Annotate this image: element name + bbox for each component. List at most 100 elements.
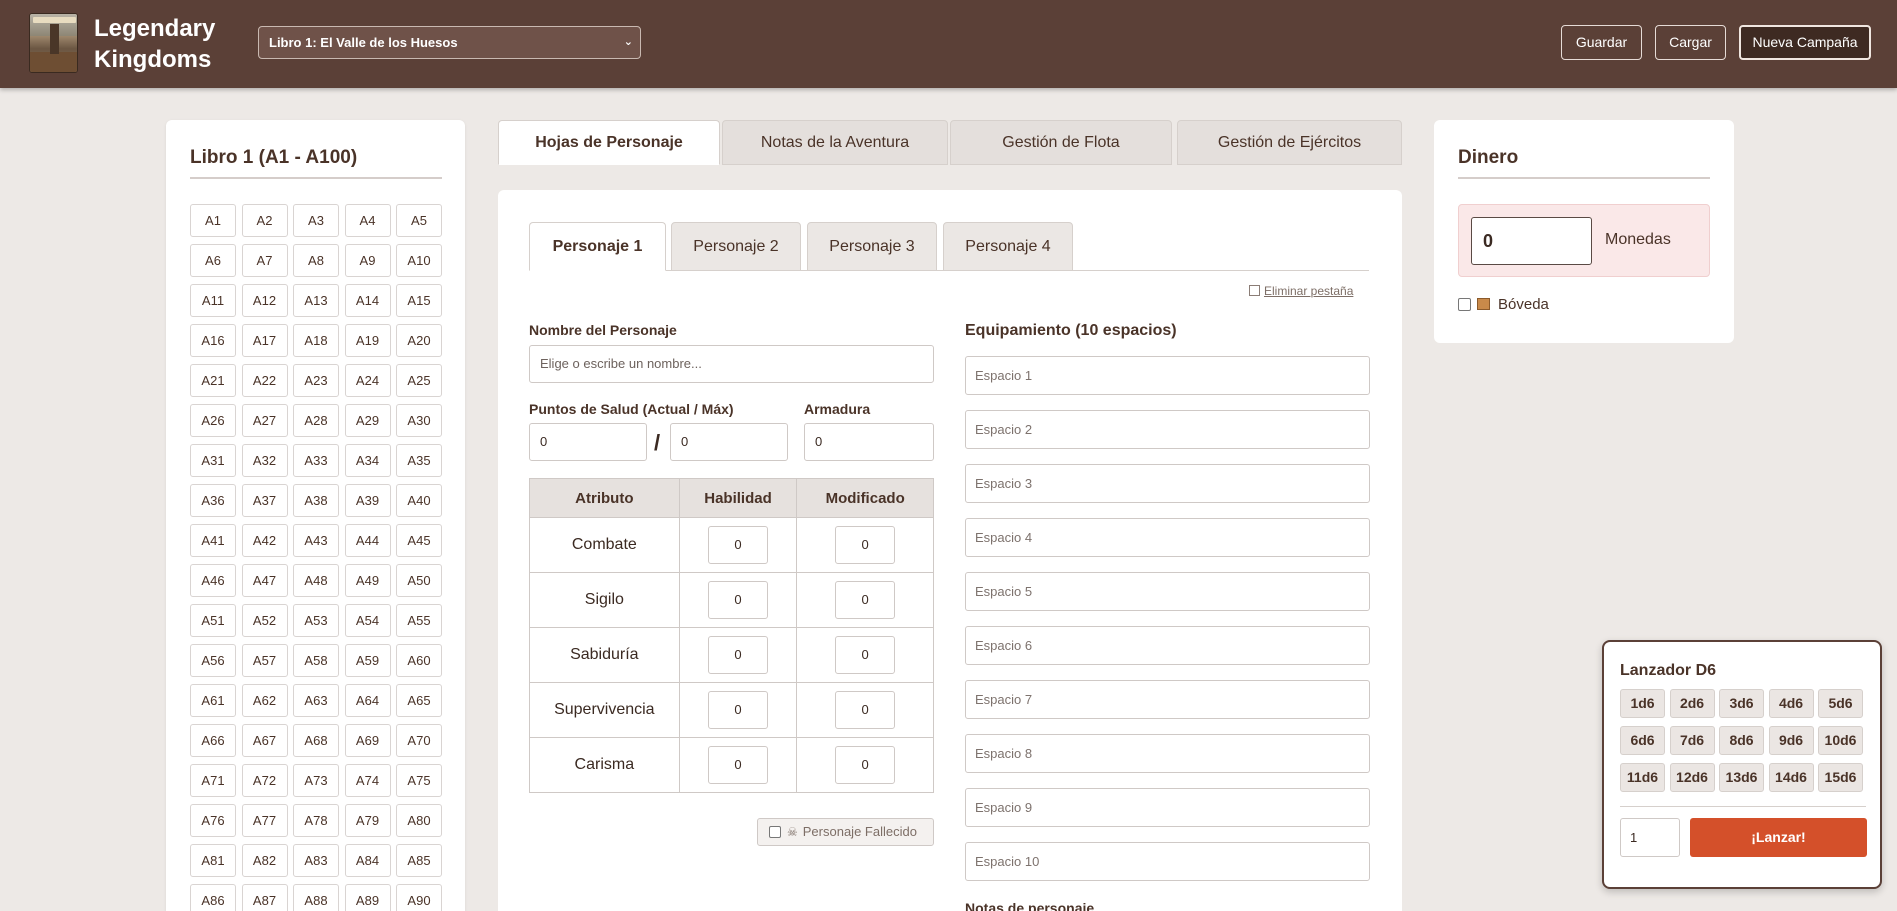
equipment-slot-input[interactable]: Espacio 8	[965, 734, 1370, 773]
section-button[interactable]: A66	[190, 724, 236, 757]
tab-character-1[interactable]: Personaje 1	[529, 222, 666, 271]
dice-option-button[interactable]: 10d6	[1818, 726, 1863, 755]
section-button[interactable]: A80	[396, 804, 442, 837]
dice-option-button[interactable]: 11d6	[1620, 763, 1665, 792]
section-button[interactable]: A30	[396, 404, 442, 437]
section-button[interactable]: A49	[344, 564, 391, 597]
equipment-slot-input[interactable]: Espacio 3	[965, 464, 1370, 503]
section-button[interactable]: A7	[241, 244, 288, 277]
section-button[interactable]: A71	[190, 764, 236, 797]
section-button[interactable]: A26	[190, 404, 236, 437]
dice-option-button[interactable]: 1d6	[1620, 689, 1665, 718]
tab-character-3[interactable]: Personaje 3	[807, 222, 937, 271]
character-name-input[interactable]: Elige o escribe un nombre...	[529, 345, 934, 383]
dice-option-button[interactable]: 13d6	[1719, 763, 1764, 792]
section-button[interactable]: A61	[190, 684, 236, 717]
section-button[interactable]: A55	[396, 604, 442, 637]
section-button[interactable]: A62	[241, 684, 288, 717]
section-button[interactable]: A11	[190, 284, 236, 317]
section-button[interactable]: A39	[344, 484, 391, 517]
section-button[interactable]: A24	[344, 364, 391, 397]
section-button[interactable]: A59	[344, 644, 391, 677]
tab-character-4[interactable]: Personaje 4	[943, 222, 1073, 271]
section-button[interactable]: A75	[396, 764, 442, 797]
book-select[interactable]: Libro 1: El Valle de los Huesos ⌄	[258, 26, 641, 59]
section-button[interactable]: A86	[190, 884, 236, 911]
skill-input[interactable]: 0	[708, 746, 768, 784]
section-button[interactable]: A34	[344, 444, 391, 477]
section-button[interactable]: A69	[344, 724, 391, 757]
load-button[interactable]: Cargar	[1655, 25, 1726, 60]
health-current-input[interactable]: 0	[529, 423, 647, 461]
section-button[interactable]: A90	[396, 884, 442, 911]
section-button[interactable]: A21	[190, 364, 236, 397]
section-button[interactable]: A45	[396, 524, 442, 557]
dice-quantity-input[interactable]: 1	[1620, 818, 1680, 857]
dice-option-button[interactable]: 15d6	[1818, 763, 1863, 792]
section-button[interactable]: A47	[241, 564, 288, 597]
dice-option-button[interactable]: 14d6	[1768, 763, 1814, 792]
section-button[interactable]: A32	[241, 444, 288, 477]
section-button[interactable]: A64	[344, 684, 391, 717]
section-button[interactable]: A4	[344, 204, 391, 237]
equipment-slot-input[interactable]: Espacio 10	[965, 842, 1370, 881]
section-button[interactable]: A6	[190, 244, 236, 277]
tab-character-sheets[interactable]: Hojas de Personaje	[498, 120, 720, 165]
section-button[interactable]: A12	[241, 284, 288, 317]
section-button[interactable]: A44	[344, 524, 391, 557]
section-button[interactable]: A83	[293, 844, 339, 877]
skill-input[interactable]: 0	[708, 581, 768, 619]
modified-input[interactable]: 0	[835, 691, 896, 729]
equipment-slot-input[interactable]: Espacio 4	[965, 518, 1370, 557]
section-button[interactable]: A3	[293, 204, 339, 237]
equipment-slot-input[interactable]: Espacio 2	[965, 410, 1370, 449]
section-button[interactable]: A82	[241, 844, 288, 877]
section-button[interactable]: A84	[344, 844, 391, 877]
deceased-checkbox[interactable]	[769, 826, 781, 838]
section-button[interactable]: A20	[396, 324, 442, 357]
section-button[interactable]: A9	[344, 244, 391, 277]
section-button[interactable]: A57	[241, 644, 288, 677]
section-button[interactable]: A43	[293, 524, 339, 557]
section-button[interactable]: A18	[293, 324, 339, 357]
modified-input[interactable]: 0	[835, 526, 896, 564]
section-button[interactable]: A13	[293, 284, 339, 317]
section-button[interactable]: A23	[293, 364, 339, 397]
section-button[interactable]: A37	[241, 484, 288, 517]
section-button[interactable]: A89	[344, 884, 391, 911]
money-input[interactable]: 0	[1471, 217, 1592, 265]
section-button[interactable]: A60	[396, 644, 442, 677]
vault-toggle[interactable]: Bóveda	[1458, 296, 1549, 313]
section-button[interactable]: A25	[396, 364, 442, 397]
section-button[interactable]: A56	[190, 644, 236, 677]
section-button[interactable]: A77	[241, 804, 288, 837]
dice-option-button[interactable]: 5d6	[1818, 689, 1863, 718]
section-button[interactable]: A50	[396, 564, 442, 597]
roll-button[interactable]: ¡Lanzar!	[1690, 818, 1867, 857]
section-button[interactable]: A48	[293, 564, 339, 597]
section-button[interactable]: A8	[293, 244, 339, 277]
vault-checkbox[interactable]	[1458, 298, 1471, 311]
section-button[interactable]: A54	[344, 604, 391, 637]
section-button[interactable]: A27	[241, 404, 288, 437]
equipment-slot-input[interactable]: Espacio 9	[965, 788, 1370, 827]
section-button[interactable]: A10	[396, 244, 442, 277]
tab-fleet-management[interactable]: Gestión de Flota	[950, 120, 1172, 165]
section-button[interactable]: A87	[241, 884, 288, 911]
deceased-toggle[interactable]: ☠ Personaje Fallecido	[757, 818, 934, 846]
delete-tab-link[interactable]: Eliminar pestaña	[1249, 284, 1353, 298]
section-button[interactable]: A53	[293, 604, 339, 637]
skill-input[interactable]: 0	[708, 636, 768, 674]
skill-input[interactable]: 0	[708, 691, 768, 729]
section-button[interactable]: A63	[293, 684, 339, 717]
section-button[interactable]: A28	[293, 404, 339, 437]
section-button[interactable]: A85	[396, 844, 442, 877]
equipment-slot-input[interactable]: Espacio 6	[965, 626, 1370, 665]
modified-input[interactable]: 0	[835, 746, 896, 784]
section-button[interactable]: A15	[396, 284, 442, 317]
section-button[interactable]: A81	[190, 844, 236, 877]
dice-option-button[interactable]: 4d6	[1768, 689, 1814, 718]
section-button[interactable]: A78	[293, 804, 339, 837]
section-button[interactable]: A74	[344, 764, 391, 797]
section-button[interactable]: A19	[344, 324, 391, 357]
